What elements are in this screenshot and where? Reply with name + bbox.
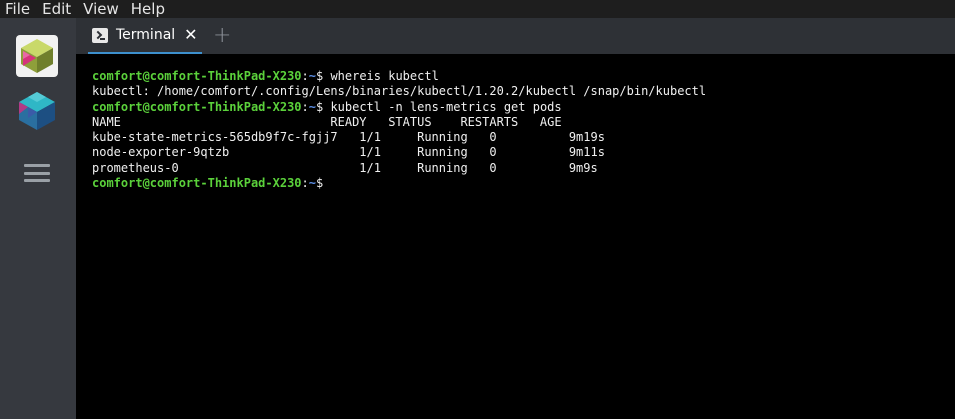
lens-app-window: File Edit View Help Terminal ✕ + comfort…	[0, 0, 955, 419]
close-icon[interactable]: ✕	[184, 18, 197, 52]
menu-file[interactable]: File	[0, 0, 36, 18]
terminal-output-line: kube-state-metrics-565db9f7c-fgjj7 1/1 R…	[92, 130, 605, 145]
terminal-prompt-line: comfort@comfort-ThinkPad-X230:~$ kubectl…	[92, 100, 706, 115]
prompt-path: ~	[308, 99, 316, 114]
menu-bar: File Edit View Help	[0, 0, 955, 18]
tab-label: Terminal	[116, 27, 176, 43]
menu-help[interactable]: Help	[125, 0, 171, 18]
tab-bar: Terminal ✕ +	[76, 18, 955, 55]
prompt-command: kubectl -n lens-metrics get pods	[330, 99, 562, 114]
tab-terminal[interactable]: Terminal ✕	[88, 18, 202, 55]
prompt-separator: :	[301, 99, 309, 114]
cube-cluster-icon	[19, 92, 55, 130]
prompt-user: comfort@comfort-ThinkPad-X230	[92, 176, 302, 191]
terminal-icon	[92, 27, 108, 43]
prompt-path: ~	[308, 69, 316, 83]
prompt-path: ~	[308, 176, 316, 191]
terminal-view[interactable]: comfort@comfort-ThinkPad-X230:~$ whereis…	[76, 54, 955, 419]
prompt-end: $	[315, 69, 331, 83]
cluster-sidebar	[0, 18, 76, 419]
terminal-output-line: kubectl: /home/comfort/.config/Lens/bina…	[92, 84, 707, 99]
prompt-user: comfort@comfort-ThinkPad-X230	[92, 99, 302, 114]
prompt-user: comfort@comfort-ThinkPad-X230	[92, 69, 302, 83]
add-tab-button[interactable]: +	[213, 18, 231, 54]
terminal-prompt-line: comfort@comfort-ThinkPad-X230:~$ whereis…	[92, 69, 706, 84]
terminal-output-line: node-exporter-9qtzb 1/1 Running 0 9m11s	[92, 145, 605, 160]
menu-view[interactable]: View	[77, 0, 125, 18]
cube-cluster-icon	[21, 39, 53, 73]
prompt-separator: :	[301, 69, 309, 83]
menu-edit[interactable]: Edit	[36, 0, 77, 18]
terminal-output: comfort@comfort-ThinkPad-X230:~$ whereis…	[92, 69, 706, 191]
terminal-output-line: NAME READY STATUS RESTARTS AGE	[92, 114, 562, 129]
prompt-end: $	[315, 176, 331, 191]
terminal-output-line: prometheus-0 1/1 Running 0 9m9s	[92, 160, 598, 175]
terminal-prompt-line: comfort@comfort-ThinkPad-X230:~$	[92, 176, 706, 191]
hamburger-menu-icon[interactable]	[24, 164, 50, 182]
cluster-button[interactable]	[16, 90, 58, 132]
prompt-end: $	[315, 99, 331, 114]
cluster-button-active[interactable]	[16, 35, 58, 77]
prompt-separator: :	[301, 176, 309, 191]
prompt-command: whereis kubectl	[330, 69, 439, 83]
